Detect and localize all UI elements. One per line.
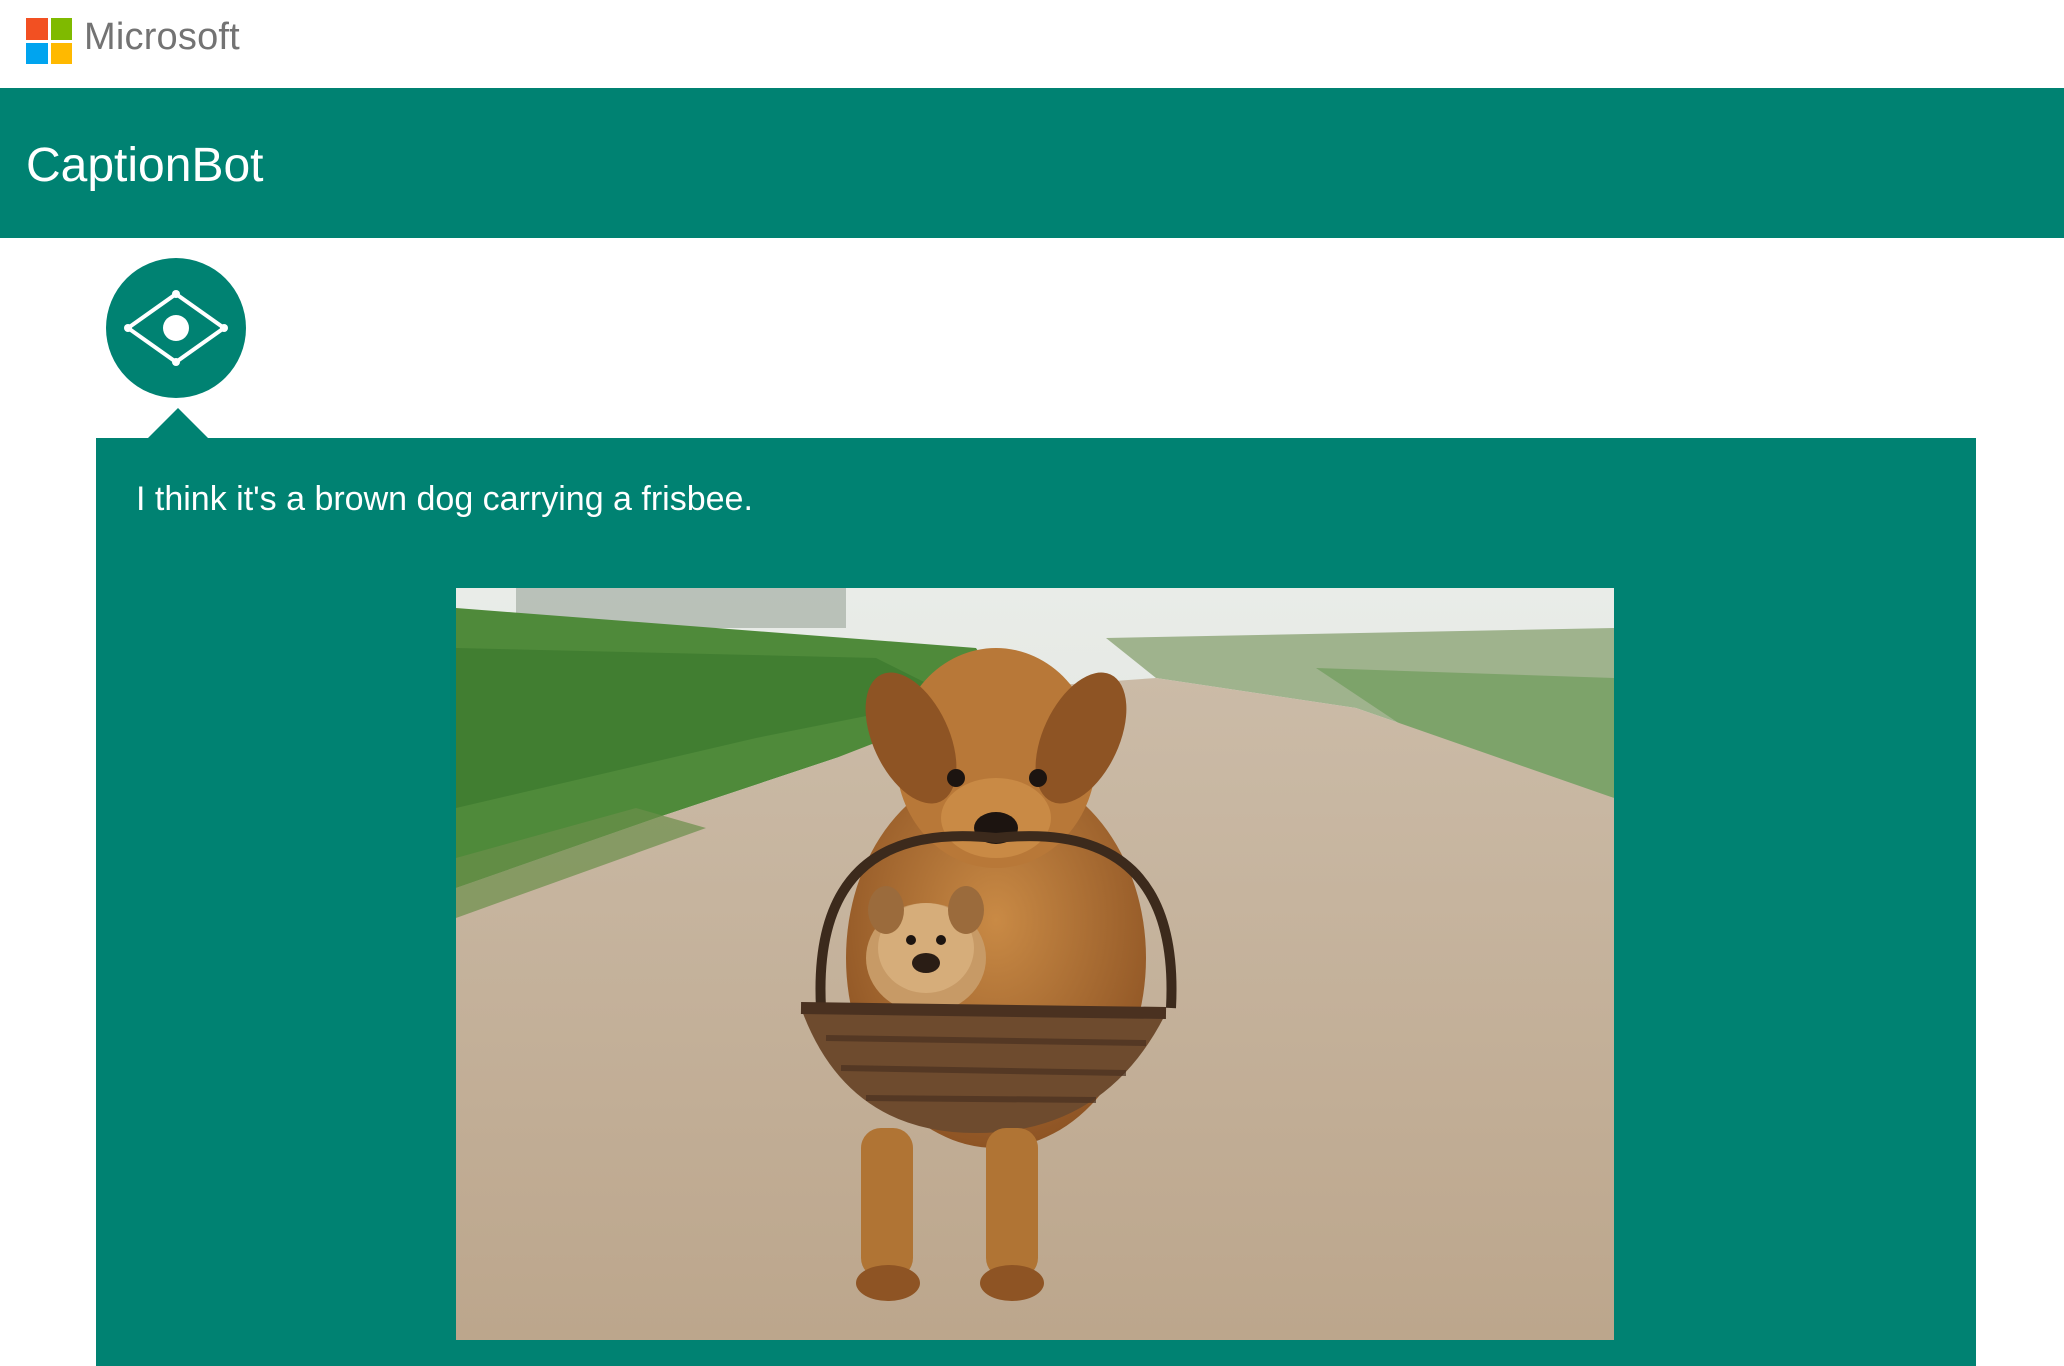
logo-square-blue [26, 42, 48, 64]
eye-diamond-icon [124, 290, 228, 366]
logo-square-red [26, 18, 48, 40]
microsoft-logo-icon[interactable] [26, 18, 72, 64]
caption-text: I think it's a brown dog carrying a fris… [136, 480, 753, 518]
app-title[interactable]: CaptionBot [26, 138, 264, 193]
logo-square-yellow [50, 42, 72, 64]
logo-square-green [50, 18, 72, 40]
bubble-tail [148, 408, 208, 438]
bot-avatar [106, 258, 246, 398]
bot-message-bubble: I think it's a brown dog carrying a fris… [96, 438, 1976, 1366]
dog-photo-image [456, 588, 1614, 1340]
microsoft-wordmark[interactable]: Microsoft [84, 16, 240, 59]
captioned-photo [456, 588, 1614, 1340]
app-header: CaptionBot [0, 88, 2064, 238]
top-bar: Microsoft [0, 0, 2064, 88]
